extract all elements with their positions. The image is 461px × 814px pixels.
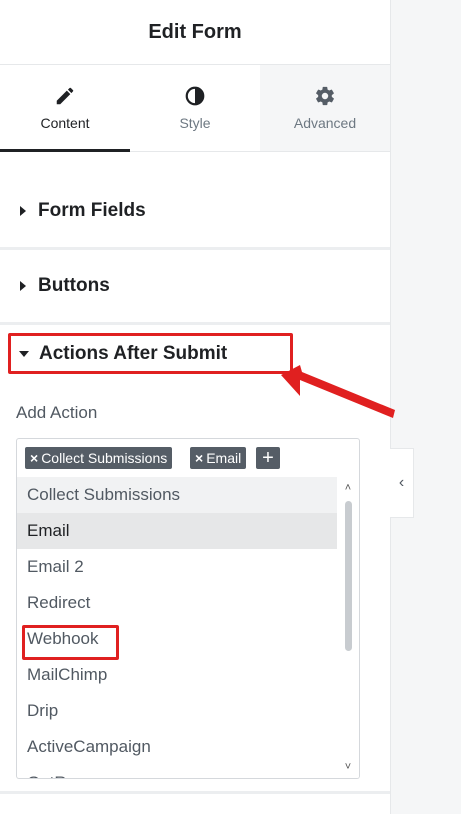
annotation-arrow-icon [281, 365, 395, 418]
